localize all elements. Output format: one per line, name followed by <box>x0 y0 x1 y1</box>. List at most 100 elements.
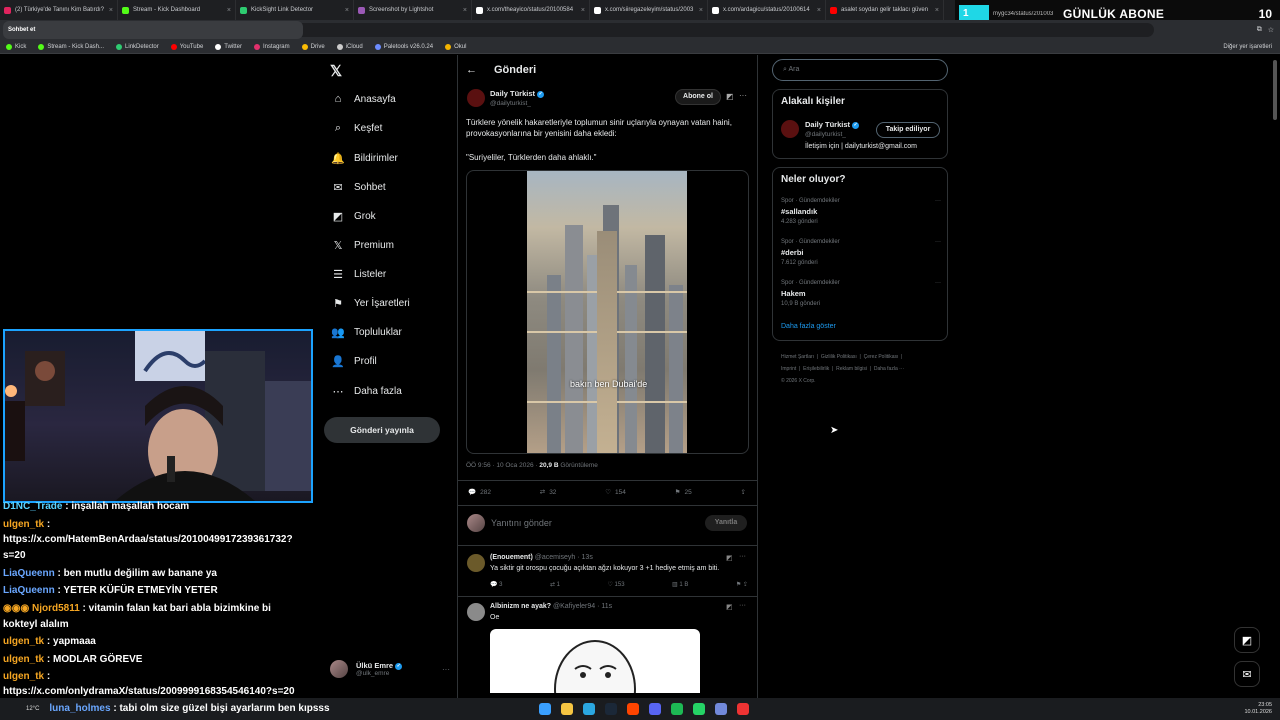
nav-more[interactable]: ⋯ Daha fazla <box>330 385 402 398</box>
weather-widget[interactable]: 12°C <box>26 706 39 712</box>
bookmark-icon[interactable]: ⚑ ⇪ <box>736 581 748 588</box>
more-icon[interactable]: ··· <box>935 198 941 204</box>
browser-tab[interactable]: x.com/theayico/status/20100584 × <box>472 0 590 20</box>
show-more-link[interactable]: Daha fazla göster <box>781 323 836 330</box>
extensions-icon[interactable]: ⧉ <box>1257 26 1262 34</box>
chat-username[interactable]: LiaQueenn <box>3 585 55 596</box>
bookmark-item[interactable]: YouTube <box>170 43 203 50</box>
reply-button[interactable]: 💬 3 <box>490 581 502 588</box>
other-bookmarks[interactable]: Diğer yer işaretleri <box>1223 44 1272 50</box>
trend-item[interactable]: Spor · Gündemdekiler #sallandık 4.283 gönd… <box>781 198 941 225</box>
share-button[interactable]: ⇪ <box>741 488 746 496</box>
chat-username[interactable]: LiaQueenn <box>3 568 55 579</box>
bookmark-item[interactable]: Instagram <box>253 43 290 50</box>
more-icon[interactable]: ··· <box>935 239 941 245</box>
nav-communities[interactable]: 👥 Topluluklar <box>330 326 402 339</box>
close-tab-icon[interactable]: × <box>107 7 113 14</box>
windows-start-icon[interactable] <box>539 703 551 715</box>
search-input[interactable]: ⌕ Ara <box>772 59 948 81</box>
bookmark-item[interactable]: Kick <box>6 43 26 50</box>
whatsapp-icon[interactable] <box>693 703 705 715</box>
reply-button[interactable]: 💬 282 <box>468 488 491 497</box>
footer-link[interactable]: Imprint <box>781 366 796 372</box>
chat-username[interactable]: D1NC_Trade <box>3 501 62 512</box>
browser-tab[interactable]: (2) Türkiye'de Tanını Kim Batırdı? × <box>0 0 118 20</box>
nav-messages[interactable]: ✉ Sohbet <box>330 181 385 194</box>
like-button[interactable]: ♡ 154 <box>605 488 626 497</box>
edge-icon[interactable] <box>583 703 595 715</box>
following-button[interactable]: Takip ediliyor <box>876 122 940 138</box>
grok-float-button[interactable]: ◩ <box>1234 627 1260 653</box>
star-icon[interactable]: ☆ <box>1268 26 1274 34</box>
browser-tab[interactable]: Stream - Kick Dashboard × <box>118 0 236 20</box>
more-icon[interactable]: ··· <box>739 602 746 609</box>
reply-meme-image[interactable] <box>490 629 700 693</box>
trend-item[interactable]: Spor · Gündemdekiler #derbi 7.612 gönderi ·… <box>781 239 941 266</box>
nav-home[interactable]: ⌂ Anasayfa <box>330 93 396 105</box>
footer-link[interactable]: Reklam bilgisi <box>836 366 867 372</box>
nav-grok[interactable]: ◩ Grok <box>330 210 376 223</box>
close-tab-icon[interactable]: × <box>697 7 703 14</box>
more-icon[interactable]: ··· <box>442 665 450 674</box>
obs-icon[interactable] <box>737 703 749 715</box>
chat-username[interactable]: Njord5811 <box>32 603 80 614</box>
author-name-row[interactable]: Daily Türkist ✓ <box>490 89 545 98</box>
reply-avatar[interactable] <box>467 554 485 572</box>
more-icon[interactable]: ··· <box>739 91 747 100</box>
browser-tab[interactable]: KickSight Link Detector × <box>236 0 354 20</box>
nav-lists[interactable]: ☰ Listeler <box>330 268 386 281</box>
related-avatar[interactable] <box>781 120 799 138</box>
file-explorer-icon[interactable] <box>561 703 573 715</box>
nav-premium[interactable]: 𝕏 Premium <box>330 239 394 252</box>
messages-float-button[interactable]: ✉ <box>1234 661 1260 687</box>
related-name-row[interactable]: Daily Türkist ✓ <box>805 120 860 129</box>
bookmark-item[interactable]: Paletools v26.0.24 <box>374 43 433 50</box>
footer-link[interactable]: Daha fazla ··· <box>874 366 904 372</box>
close-tab-icon[interactable]: × <box>933 7 939 14</box>
steam-icon[interactable] <box>605 703 617 715</box>
browser-tab[interactable]: Screenshot by Lightshot × <box>354 0 472 20</box>
bookmark-item[interactable]: LinkDetector <box>116 43 159 50</box>
spotify-icon[interactable] <box>671 703 683 715</box>
bookmark-item[interactable]: Drive <box>301 43 325 50</box>
footer-link[interactable]: Erişilebilirlik <box>803 366 829 372</box>
chat-username[interactable]: ulgen_tk <box>3 654 44 665</box>
chat-username[interactable]: luna_holmes <box>49 703 110 714</box>
author-handle[interactable]: @dailyturkist_ <box>490 100 531 107</box>
grok-icon[interactable]: ◩ <box>726 92 734 101</box>
more-icon[interactable]: ··· <box>935 280 941 286</box>
subscribe-button[interactable]: Abone ol <box>675 89 721 105</box>
x-logo[interactable]: 𝕏 <box>330 62 342 80</box>
post-button[interactable]: Gönderi yayınla <box>324 417 440 443</box>
more-icon[interactable]: ··· <box>739 553 746 560</box>
nav-notifications[interactable]: 🔔 Bildirimler <box>330 152 398 165</box>
post-video[interactable]: bakın ben Dubai'de <box>466 170 749 454</box>
close-tab-icon[interactable]: × <box>815 7 821 14</box>
reply-avatar[interactable] <box>467 603 485 621</box>
back-arrow-icon[interactable]: ← <box>466 64 477 76</box>
chat-username[interactable]: ulgen_tk <box>3 519 44 530</box>
app-icon[interactable] <box>715 703 727 715</box>
grok-icon[interactable]: ◩ <box>726 554 733 562</box>
footer-link[interactable]: Gizlilik Politikası <box>821 354 857 360</box>
close-tab-icon[interactable]: × <box>461 7 467 14</box>
reply-author[interactable]: Albinizm ne ayak? <box>490 603 551 610</box>
browser-icon[interactable] <box>627 703 639 715</box>
clock[interactable]: 23:05 10.01.2026 <box>1244 702 1272 716</box>
repost-button[interactable]: ⇄ 1 <box>550 581 560 588</box>
chat-username[interactable]: ulgen_tk <box>3 636 44 647</box>
footer-link[interactable]: Çerez Politikası <box>864 354 899 360</box>
grok-icon[interactable]: ◩ <box>726 603 733 611</box>
browser-tab[interactable]: x.com/siiregazeleyim/status/2003 × <box>590 0 708 20</box>
chat-button[interactable]: Sohbet et <box>3 21 303 39</box>
discord-icon[interactable] <box>649 703 661 715</box>
close-tab-icon[interactable]: × <box>225 7 231 14</box>
browser-tab[interactable]: x.com/ardagicu/status/20100614 × <box>708 0 826 20</box>
close-tab-icon[interactable]: × <box>343 7 349 14</box>
account-switcher[interactable]: Ülkü Emre ✓ @ulk_emre ··· <box>330 660 450 678</box>
like-button[interactable]: ♡ 153 <box>608 581 625 588</box>
trend-item[interactable]: Spor · Gündemdekiler Hakem 10,9 B gönderi ·… <box>781 280 941 307</box>
scrollbar-thumb[interactable] <box>1273 60 1277 120</box>
bookmark-item[interactable]: Twitter <box>215 43 242 50</box>
bookmark-item[interactable]: Stream - Kick Dash... <box>38 43 104 50</box>
